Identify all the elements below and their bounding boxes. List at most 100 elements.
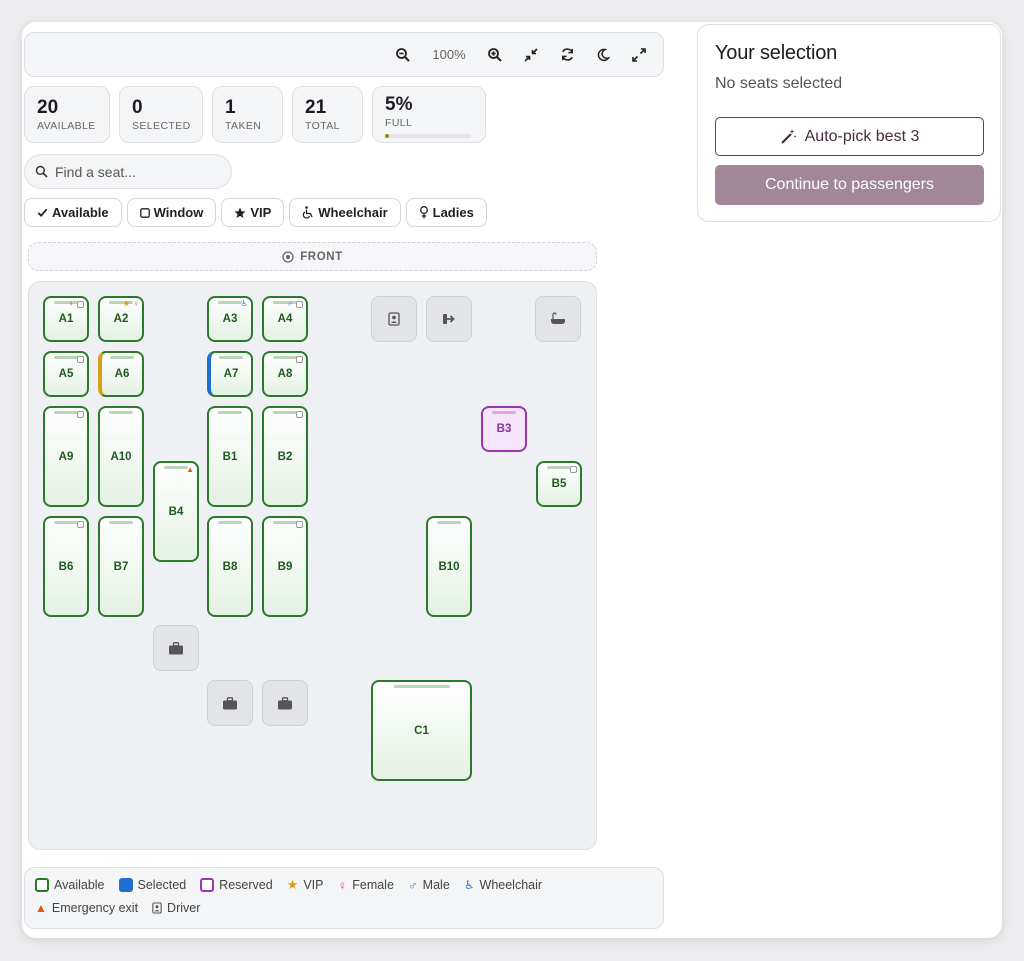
star-icon: ★: [286, 877, 299, 892]
seat-b1[interactable]: B1: [207, 406, 253, 507]
seat-a9[interactable]: A9: [43, 406, 89, 507]
window-icon: [296, 356, 303, 363]
filter-ladies[interactable]: Ladies: [405, 198, 487, 227]
seat-label: B3: [496, 423, 512, 435]
zoom-in-button[interactable]: [485, 45, 505, 65]
seat-b7[interactable]: B7: [98, 516, 144, 617]
zoom-level: 100%: [432, 47, 466, 62]
restroom: [535, 296, 581, 342]
seat-b8[interactable]: B8: [207, 516, 253, 617]
legend-label: Wheelchair: [479, 878, 543, 892]
seat-legend: Available Selected Reserved ★ VIP ♀ Fema…: [24, 867, 664, 929]
seat-label: A5: [58, 368, 74, 380]
seat-a3[interactable]: ♿ A3: [207, 296, 253, 342]
seat-a7[interactable]: A7: [207, 351, 253, 397]
female-icon: ♀: [133, 299, 139, 308]
dark-mode-button[interactable]: [593, 45, 613, 65]
refresh-button[interactable]: [557, 45, 577, 65]
legend-label: VIP: [303, 878, 324, 892]
seat-b5[interactable]: B5: [536, 461, 582, 507]
auto-pick-button[interactable]: Auto-pick best 3: [715, 117, 984, 156]
seat-b3[interactable]: B3: [481, 406, 527, 452]
filter-available[interactable]: Available: [24, 198, 122, 227]
seat-filters: Available Window VIP Wheelchair Ladies: [24, 198, 487, 227]
seat-headrest: [273, 521, 297, 524]
star-icon: [234, 207, 246, 218]
fit-button[interactable]: [521, 45, 541, 65]
legend-label: Driver: [167, 901, 201, 915]
seat-headrest: [393, 685, 450, 688]
seat-headrest: [219, 356, 243, 359]
legend-swatch: [35, 878, 49, 892]
seat-a4[interactable]: ♂ A4: [262, 296, 308, 342]
fullscreen-button[interactable]: [629, 45, 649, 65]
empty-selection-text: No seats selected: [715, 75, 843, 92]
seat-b9[interactable]: B9: [262, 516, 308, 617]
seat-a1[interactable]: ♀ A1: [43, 296, 89, 342]
female-icon: ♀: [337, 877, 348, 893]
filter-wheelchair[interactable]: Wheelchair: [289, 198, 401, 227]
seat-headrest: [273, 411, 297, 414]
seat-label: B10: [438, 560, 460, 573]
wheelchair-icon: ♿: [463, 878, 475, 892]
window-icon: [570, 466, 577, 473]
fullscreen-icon: [632, 47, 646, 62]
seat-a10[interactable]: A10: [98, 406, 144, 507]
zoom-out-button[interactable]: [393, 45, 413, 65]
bathtub-icon: [551, 312, 565, 324]
filter-vip[interactable]: VIP: [221, 198, 285, 227]
seat-search-input[interactable]: [55, 163, 215, 180]
driver-icon: [388, 312, 400, 326]
window-icon: [296, 301, 303, 308]
seat-b6[interactable]: B6: [43, 516, 89, 617]
square-icon: [139, 207, 150, 218]
seat-a8[interactable]: A8: [262, 351, 308, 397]
seat-picker-page: 100% 20 AVAILABLE 0 SELECTED 1 TAKEN 21 …: [22, 22, 1002, 938]
seat-label: B9: [277, 560, 293, 573]
stat-label: TOTAL: [305, 120, 340, 132]
legend-emergency: ▲ Emergency exit: [35, 901, 138, 915]
window-icon: [77, 411, 84, 418]
zoom-out-icon: [396, 47, 410, 62]
window-icon: [77, 356, 84, 363]
seat-headrest: [110, 356, 134, 359]
legend-selected: Selected: [118, 877, 186, 893]
seat-headrest: [218, 411, 242, 414]
seat-b4[interactable]: ▲ B4: [153, 461, 199, 562]
seat-a6[interactable]: A6: [98, 351, 144, 397]
legend-swatch: [200, 878, 215, 892]
legend-female: ♀ Female: [337, 877, 393, 893]
seat-label: B7: [113, 560, 129, 573]
seat-a5[interactable]: A5: [43, 351, 89, 397]
search-icon: [35, 165, 48, 178]
seat-label: B1: [222, 450, 238, 463]
seat-headrest: [437, 521, 461, 524]
legend-vip: ★ VIP: [287, 877, 324, 893]
window-icon: [296, 521, 303, 528]
seat-b10[interactable]: B10: [426, 516, 472, 617]
continue-to-passengers-button[interactable]: Continue to passengers: [715, 165, 984, 205]
seat-b2[interactable]: B2: [262, 406, 308, 507]
auto-pick-label: Auto-pick best 3: [804, 127, 920, 145]
luggage-area: [262, 680, 308, 726]
star-icon: ★: [122, 299, 130, 308]
luggage-icon: [278, 696, 292, 709]
target-icon: [282, 250, 294, 263]
seat-c1[interactable]: C1: [371, 680, 472, 781]
seat-a2[interactable]: ★ ♀ A2: [98, 296, 144, 342]
front-text: FRONT: [300, 250, 343, 263]
filter-window[interactable]: Window: [126, 198, 217, 227]
seat-headrest: [54, 356, 78, 359]
window-icon: [296, 411, 303, 418]
filter-label: Window: [153, 205, 204, 220]
exit-icon: [443, 314, 455, 324]
legend-label: Male: [422, 878, 450, 892]
stat-selected: 0 SELECTED: [119, 86, 203, 143]
filter-label: Ladies: [432, 205, 474, 220]
stat-full: 5% FULL: [372, 86, 486, 143]
stat-value: 0: [132, 97, 143, 118]
female-icon: [419, 206, 428, 219]
stat-label: SELECTED: [132, 120, 191, 132]
seat-label: A1: [58, 313, 74, 325]
map-toolbar: 100%: [24, 32, 664, 77]
